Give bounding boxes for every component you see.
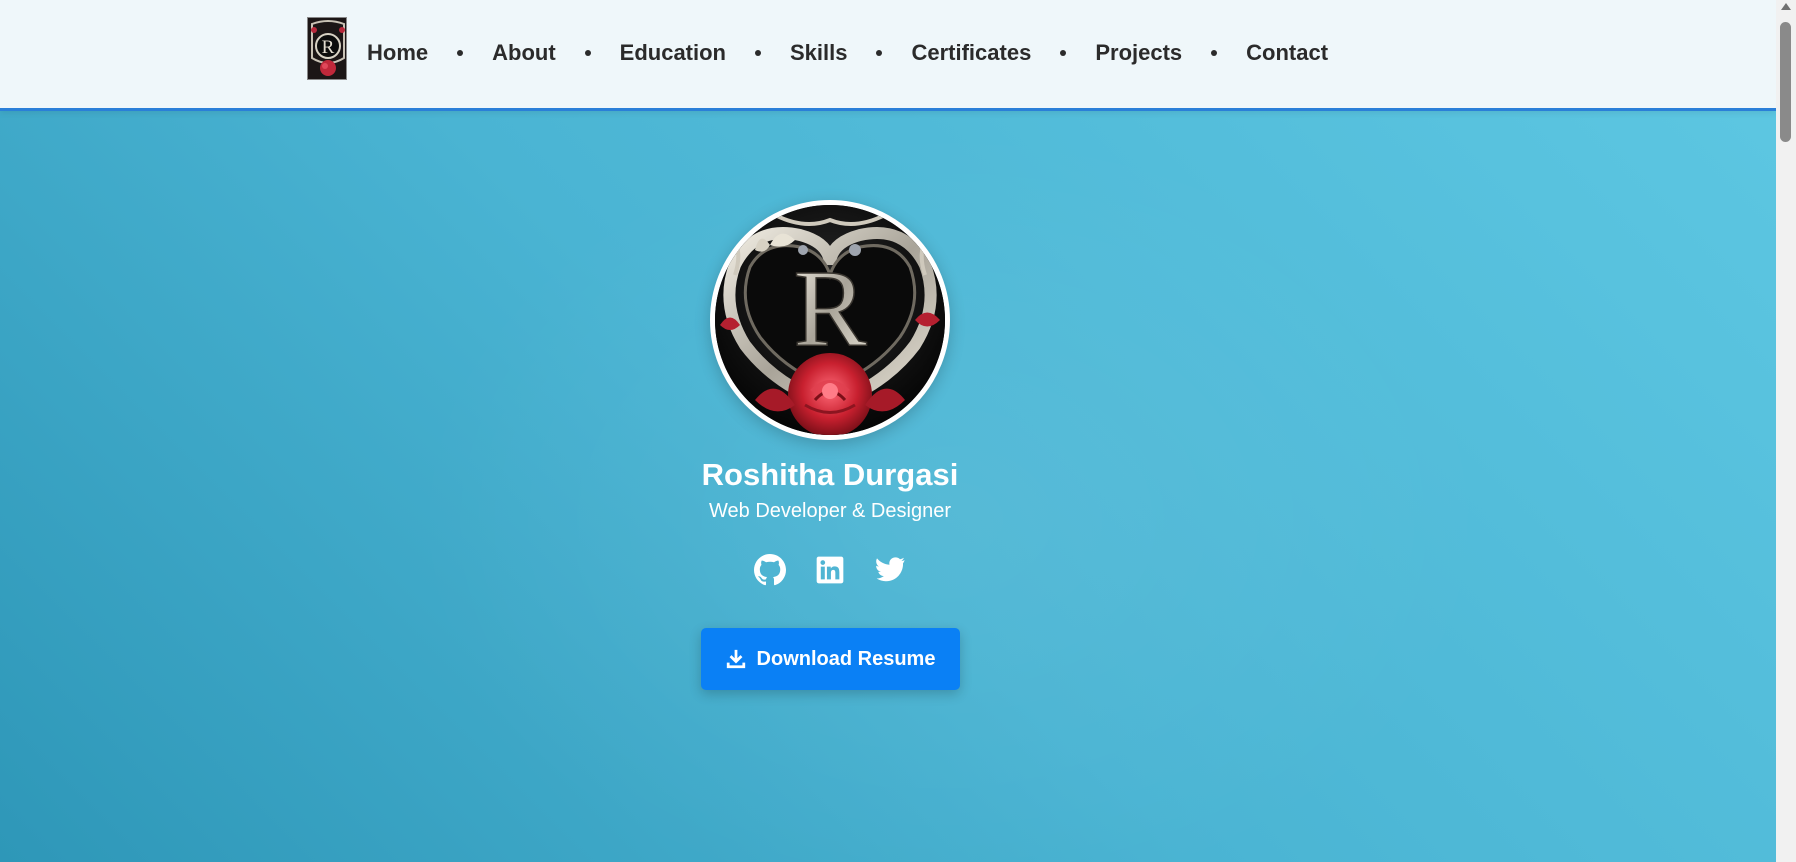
- twitter-icon: [876, 557, 905, 582]
- download-icon: [726, 649, 745, 669]
- svg-text:R: R: [793, 247, 867, 369]
- download-resume-label: Download Resume: [756, 647, 936, 670]
- nav-separator-dot: [755, 50, 761, 56]
- profile-avatar: R: [710, 200, 950, 440]
- nav-separator-dot: [1060, 50, 1067, 56]
- download-resume-button[interactable]: Download Resume: [700, 628, 960, 690]
- nav-item-projects[interactable]: Projects: [1095, 40, 1182, 66]
- twitter-link[interactable]: [874, 554, 906, 586]
- scrollbar-thumb[interactable]: [1780, 22, 1791, 142]
- nav-menu: Home About Education Skills Certificates…: [367, 0, 1328, 106]
- svg-text:R: R: [322, 37, 335, 58]
- hero-section: R Roshitha Durgasi Web Developer & Desig…: [580, 190, 1080, 690]
- avatar-monogram-image: R: [715, 205, 945, 435]
- github-link[interactable]: [754, 554, 786, 586]
- scroll-up-arrow-icon[interactable]: [1781, 3, 1791, 10]
- nav-separator-dot: [584, 50, 591, 56]
- nav-item-certificates[interactable]: Certificates: [911, 40, 1031, 66]
- page-scrollbar[interactable]: [1776, 0, 1796, 862]
- github-icon: [754, 554, 786, 586]
- nav-item-education[interactable]: Education: [620, 40, 726, 66]
- hero-name: Roshitha Durgasi: [701, 457, 959, 492]
- nav-separator-dot: [457, 50, 464, 56]
- nav-separator-dot: [876, 50, 883, 56]
- linkedin-icon: [816, 556, 844, 584]
- navbar: R Home About Education Skills Certificat…: [0, 0, 1776, 111]
- social-links: [580, 554, 1080, 586]
- nav-item-about[interactable]: About: [492, 40, 556, 66]
- portfolio-page: R Home About Education Skills Certificat…: [0, 0, 1796, 862]
- nav-item-contact[interactable]: Contact: [1246, 40, 1328, 66]
- linkedin-link[interactable]: [814, 554, 846, 586]
- brand-logo[interactable]: R: [307, 17, 347, 80]
- brand-logo-image: R: [308, 18, 346, 79]
- nav-item-skills[interactable]: Skills: [790, 40, 847, 66]
- hero-role: Web Developer & Designer: [709, 500, 951, 522]
- nav-separator-dot: [1211, 50, 1218, 56]
- nav-item-home[interactable]: Home: [367, 40, 428, 66]
